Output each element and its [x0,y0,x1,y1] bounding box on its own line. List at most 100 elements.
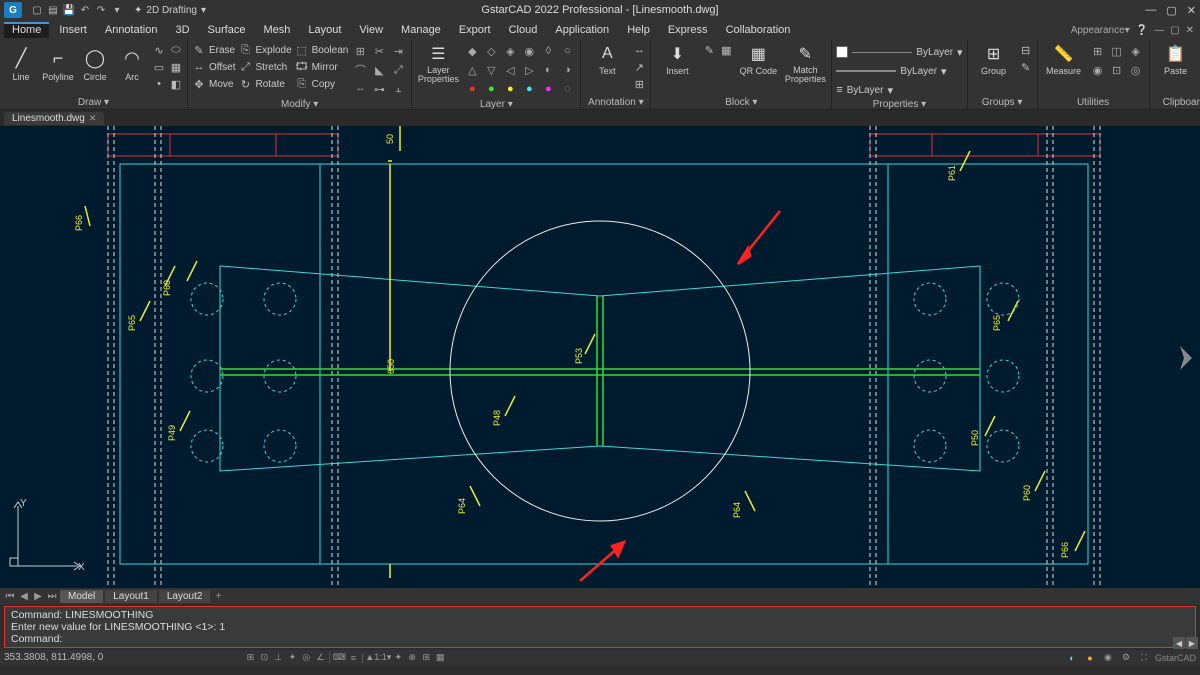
hatch-icon[interactable]: ▦ [169,60,183,74]
drawing-canvas[interactable]: 50 650 P66 P60 P65 P49 P48 P53 P64 P64 P… [0,126,1200,588]
menu-collaboration[interactable]: Collaboration [718,22,799,38]
explode-tool[interactable]: ⎘Explode [239,42,292,58]
table-icon[interactable]: ⊞ [632,77,646,91]
annoscale-icon[interactable]: ✦ [391,652,405,664]
arc-tool[interactable]: ◠Arc [115,42,149,82]
copy-tool[interactable]: ⎘Copy [295,76,349,92]
menu-dropdown-icon[interactable]: ▾ [110,3,124,17]
menu-surface[interactable]: Surface [200,22,254,38]
panel-label-properties[interactable]: Properties ▾ [836,98,962,111]
close-tab-icon[interactable]: ✕ [89,113,97,124]
panel-label-annotation[interactable]: Annotation ▾ [585,96,646,109]
fillet-icon[interactable]: ⌒ [351,61,369,79]
help-icon[interactable]: ❔ [1136,25,1148,36]
group-edit-icon[interactable]: ✎ [1019,60,1033,74]
save-icon[interactable]: 💾 [62,3,76,17]
maximize-viewport-icon[interactable]: ⛶ [1137,652,1151,664]
panel-label-groups[interactable]: Groups ▾ [972,96,1033,109]
region-icon[interactable]: ◧ [169,77,183,91]
text-tool[interactable]: AText [585,42,629,76]
move-tool[interactable]: ✥Move [192,76,236,92]
menu-manage[interactable]: Manage [393,22,449,38]
panel-label-block[interactable]: Block ▾ [655,96,827,109]
otrack-toggle[interactable]: ∠ [313,652,327,664]
menu-mesh[interactable]: Mesh [255,22,298,38]
prev-tab-button[interactable]: ◀ [18,591,30,602]
array-icon[interactable]: ⊞ [351,42,369,60]
mirror-tool[interactable]: ⮔Mirror [295,59,349,75]
lineweight-toggle[interactable]: ≡ [346,652,360,664]
menu-insert[interactable]: Insert [51,22,95,38]
layer-icon[interactable]: ◆ [463,42,481,60]
osnap-toggle[interactable]: ◎ [299,652,313,664]
align-icon[interactable]: ⫠ [389,80,407,98]
linetype-selector[interactable]: ≡ByLayer▾ [836,82,962,98]
extend-icon[interactable]: ⇥ [389,42,407,60]
menu-view[interactable]: View [351,22,391,38]
lineweight-selector[interactable]: ByLayer▾ [836,63,962,79]
doc-close-icon[interactable]: ✕ [1186,25,1194,36]
chamfer-icon[interactable]: ◣ [370,61,388,79]
command-prompt[interactable]: Command: [11,633,1189,645]
panel-label-draw[interactable]: Draw ▾ [4,96,183,109]
menu-export[interactable]: Export [451,22,499,38]
panel-label-modify[interactable]: Modify ▾ [192,98,407,111]
layout-tab-layout2[interactable]: Layout2 [159,590,211,603]
ungroup-icon[interactable]: ⊟ [1019,43,1033,57]
app-logo[interactable]: G [4,2,22,18]
last-tab-button[interactable]: ⏭ [46,591,58,602]
new-icon[interactable]: ▢ [30,3,44,17]
join-icon[interactable]: ⊶ [370,80,388,98]
line-tool[interactable]: ╱Line [4,42,38,82]
next-tab-button[interactable]: ▶ [32,591,44,602]
calc-icon[interactable]: ⊞ [1089,42,1107,60]
dyn-input-toggle[interactable]: ⌨ [332,652,346,664]
close-button[interactable]: ✕ [1187,4,1196,17]
scale-display[interactable]: ▲1:1▾ [365,652,391,664]
leader-icon[interactable]: ↗ [632,60,646,74]
menu-annotation[interactable]: Annotation [97,22,166,38]
panel-label-layer[interactable]: Layer ▾ [416,98,576,111]
polyline-tool[interactable]: ⌐Polyline [41,42,75,82]
erase-tool[interactable]: ✎Erase [192,42,236,58]
undo-icon[interactable]: ↶ [78,3,92,17]
file-tab[interactable]: Linesmooth.dwg✕ [4,112,104,125]
measure-tool[interactable]: 📏Measure [1042,42,1086,76]
maximize-button[interactable]: ▢ [1166,4,1176,17]
group-tool[interactable]: ⊞Group [972,42,1016,76]
break-icon[interactable]: ╌ [351,80,369,98]
boolean-tool[interactable]: ⬚Boolean [295,42,349,58]
ellipse-icon[interactable]: ⬭ [169,43,183,57]
offset-tool[interactable]: ↔Offset [192,59,236,75]
qr-code-tool[interactable]: ▦QR Code [736,42,780,76]
workspace-selector[interactable]: ✦2D Drafting▾ [134,5,206,16]
add-layout-button[interactable]: + [212,591,224,602]
menu-layout[interactable]: Layout [300,22,349,38]
cmd-scroll-left[interactable]: ◀ [1173,637,1185,649]
menu-cloud[interactable]: Cloud [501,22,546,38]
menu-home[interactable]: Home [4,22,49,38]
layout-tab-model[interactable]: Model [60,590,103,603]
menu-express[interactable]: Express [660,22,716,38]
rotate-tool[interactable]: ↻Rotate [239,76,292,92]
circle-tool[interactable]: ◯Circle [78,42,112,82]
point-icon[interactable]: • [152,77,166,91]
dimension-icon[interactable]: ↔ [632,43,646,57]
scale-icon[interactable]: ⤢ [389,61,407,79]
minimize-button[interactable]: — [1145,4,1156,17]
snap-toggle[interactable]: ⊞ [243,652,257,664]
grid-toggle[interactable]: ⊡ [257,652,271,664]
color-selector[interactable]: ByLayer▾ [836,44,962,60]
layout-tab-layout1[interactable]: Layout1 [105,590,157,603]
stretch-tool[interactable]: ⤢Stretch [239,59,292,75]
ortho-toggle[interactable]: ⊥ [271,652,285,664]
attribute-icon[interactable]: ✎ [702,43,716,57]
doc-minimize-icon[interactable]: — [1154,25,1164,36]
polar-toggle[interactable]: ✦ [285,652,299,664]
menu-3d[interactable]: 3D [167,22,197,38]
cmd-scroll-right[interactable]: ▶ [1186,637,1198,649]
command-window[interactable]: Command: LINESMOOTHING Enter new value f… [4,606,1196,648]
appearance-menu[interactable]: Appearance▾ [1071,25,1130,36]
doc-restore-icon[interactable]: ▢ [1170,25,1179,36]
layer-properties-tool[interactable]: ☰Layer Properties [416,42,460,84]
